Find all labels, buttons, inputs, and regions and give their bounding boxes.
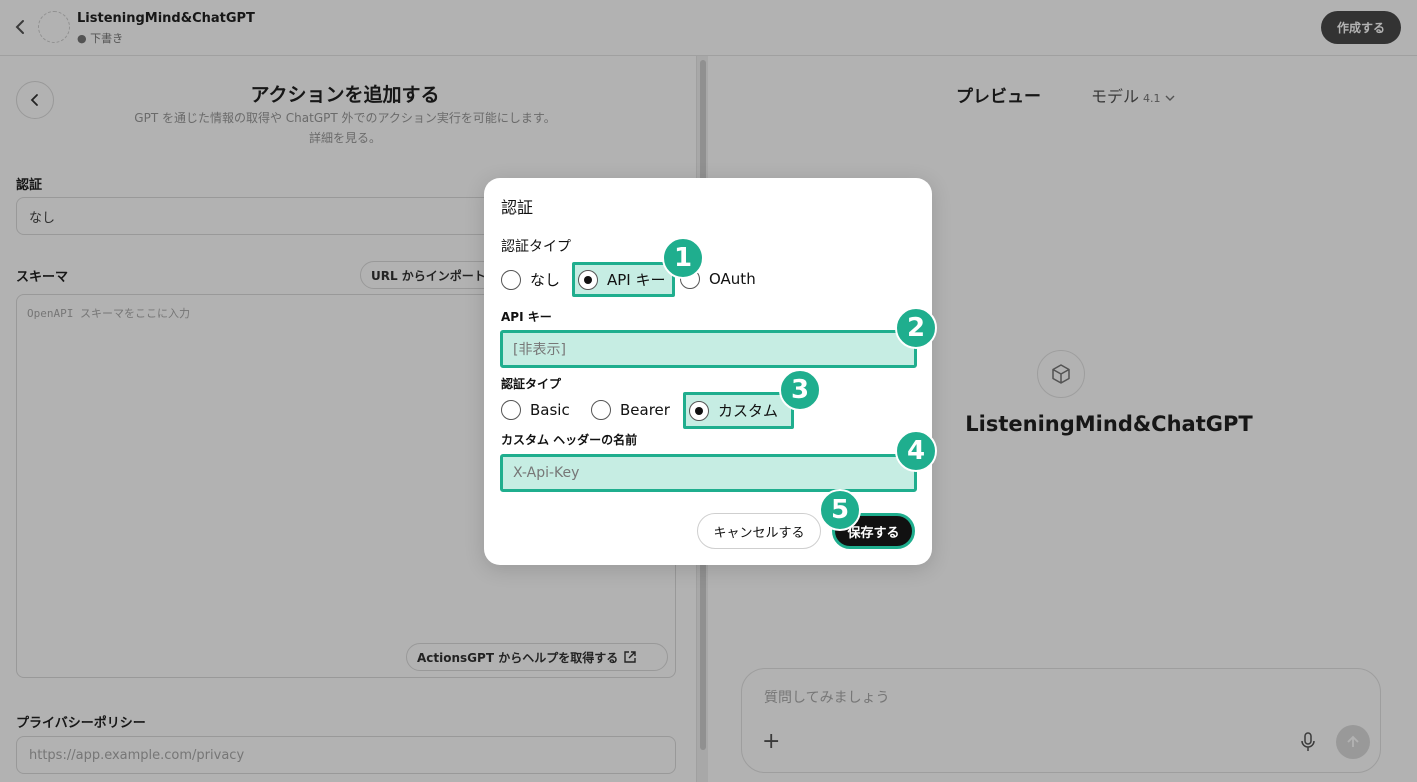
- step-badge-1: 1: [662, 237, 704, 279]
- radio-custom-label: カスタム: [718, 402, 779, 420]
- radio-circle-selected: [689, 400, 709, 421]
- radio-api-key-label: API キー: [607, 271, 666, 289]
- header-name-input[interactable]: X-Api-Key: [500, 454, 917, 492]
- auth-type-label: 認証タイプ: [501, 239, 571, 255]
- radio-circle: [591, 400, 611, 420]
- cancel-button[interactable]: キャンセルする: [697, 513, 821, 549]
- header-name-label: カスタム ヘッダーの名前: [501, 433, 638, 447]
- radio-circle: [501, 269, 521, 290]
- step-badge-2: 2: [895, 307, 937, 349]
- radio-bearer[interactable]: Bearer: [591, 400, 670, 420]
- radio-basic[interactable]: Basic: [501, 400, 570, 420]
- api-key-label: API キー: [501, 310, 552, 324]
- radio-basic-label: Basic: [530, 401, 570, 419]
- key-auth-type-label: 認証タイプ: [501, 377, 562, 391]
- api-key-input[interactable]: [非表示]: [500, 330, 917, 368]
- radio-circle: [501, 400, 521, 420]
- auth-dialog: 認証 認証タイプ なし API キー OAuth API キー [非表示] 認証…: [484, 178, 932, 565]
- step-badge-3: 3: [779, 369, 821, 411]
- radio-api-key[interactable]: API キー: [578, 269, 666, 290]
- dialog-title: 認証: [501, 198, 534, 217]
- radio-oauth-label: OAuth: [709, 270, 756, 288]
- radio-none[interactable]: なし: [501, 269, 560, 290]
- radio-bearer-label: Bearer: [620, 401, 670, 419]
- step-badge-5: 5: [819, 489, 861, 531]
- header-name-value: X-Api-Key: [513, 465, 580, 481]
- step-badge-4: 4: [895, 430, 937, 472]
- radio-custom[interactable]: カスタム: [689, 400, 778, 421]
- api-key-value: [非表示]: [513, 342, 566, 358]
- radio-circle-selected: [578, 269, 598, 290]
- radio-none-label: なし: [530, 271, 561, 289]
